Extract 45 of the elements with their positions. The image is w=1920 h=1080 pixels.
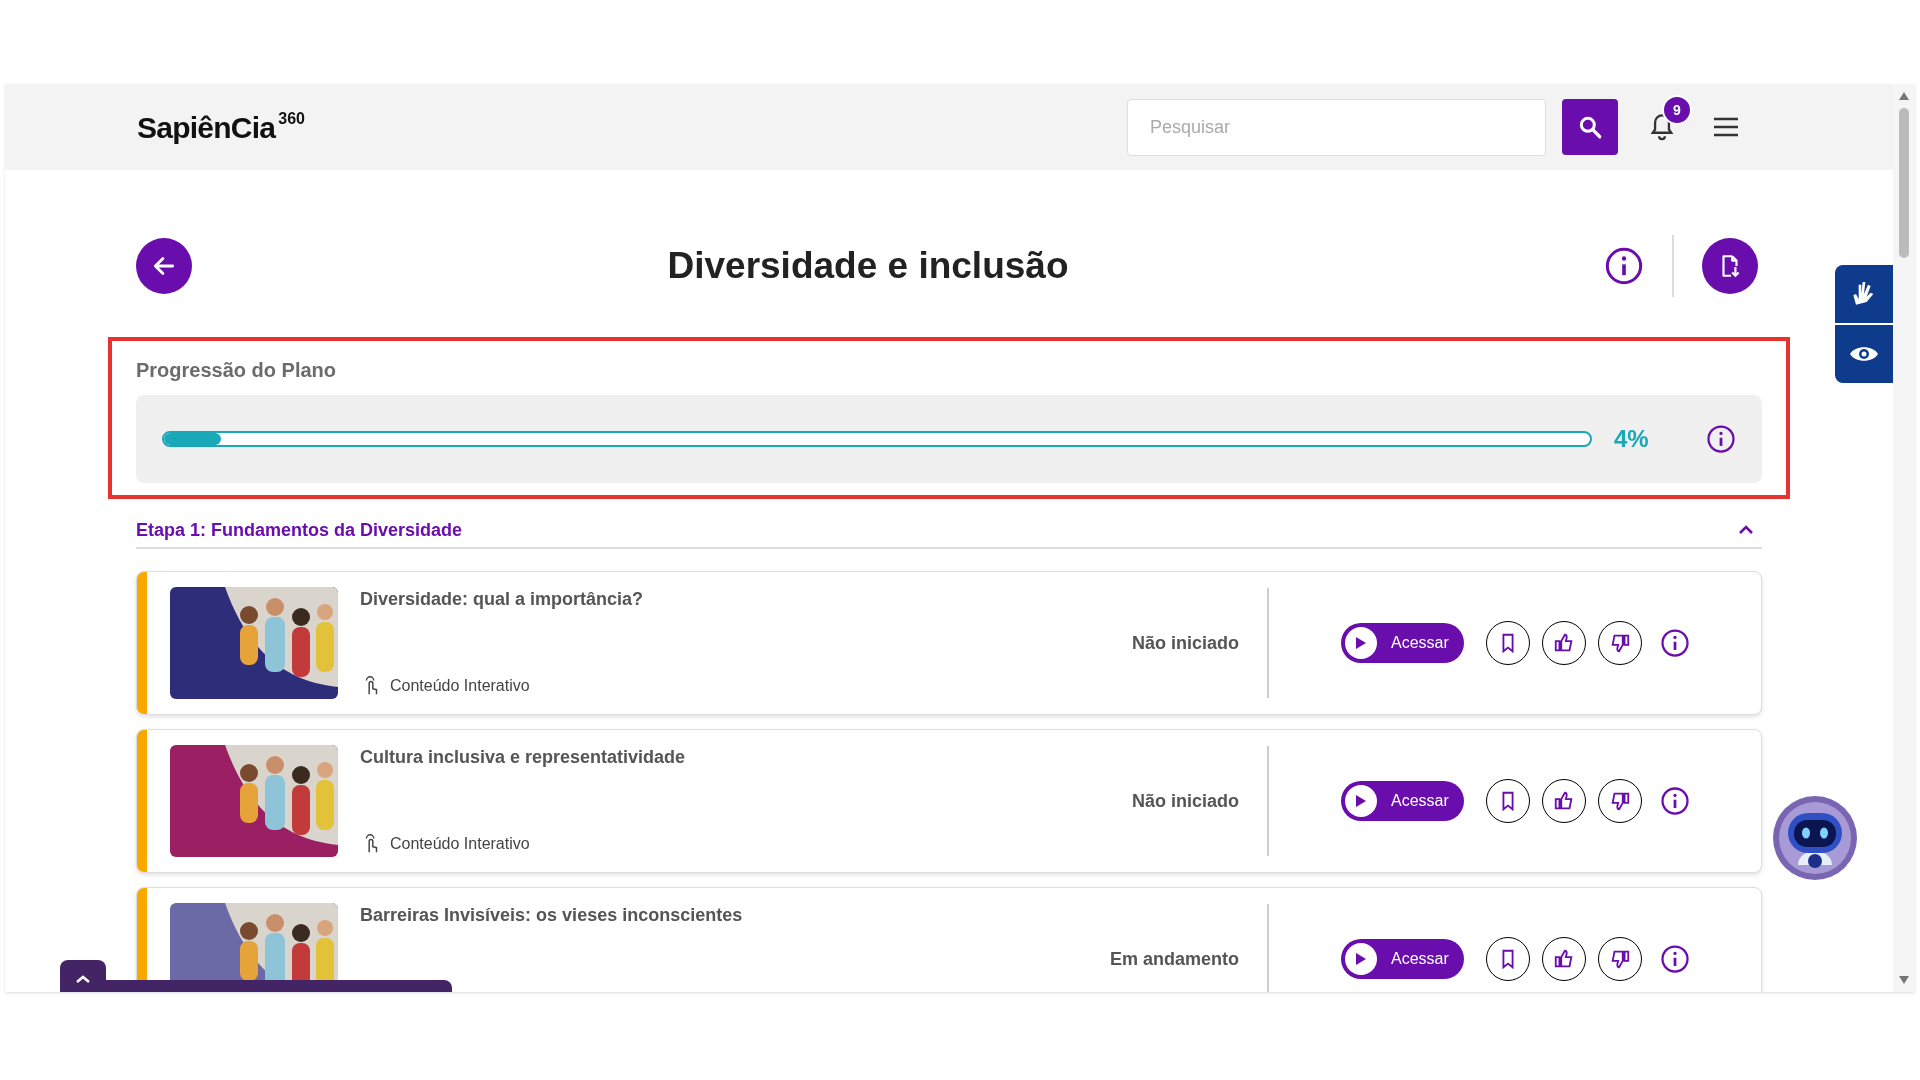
visibility-button[interactable] <box>1835 325 1893 383</box>
scroll-down-icon[interactable] <box>1899 976 1909 984</box>
play-icon <box>1356 637 1366 649</box>
notification-count: 9 <box>1662 95 1692 125</box>
thumbs-down-icon <box>1609 790 1631 812</box>
scrollbar-thumb[interactable] <box>1899 108 1909 258</box>
info-icon[interactable] <box>1706 424 1736 454</box>
thumbs-up-icon <box>1553 632 1575 654</box>
progress-percent: 4% <box>1614 424 1649 454</box>
content-type: Conteúdo Interativo <box>390 834 530 854</box>
play-icon <box>1356 953 1366 965</box>
download-button[interactable] <box>1702 238 1758 294</box>
content-type: Conteúdo Interativo <box>390 676 530 696</box>
info-icon[interactable] <box>1660 786 1690 816</box>
robot-assistant-button[interactable] <box>1772 795 1858 881</box>
search-field[interactable]: Pesquisar <box>1127 98 1546 156</box>
status-label: Não iniciado <box>1132 631 1239 655</box>
info-icon[interactable] <box>1660 944 1690 974</box>
info-icon[interactable] <box>1660 628 1690 658</box>
sign-language-button[interactable] <box>1835 265 1893 323</box>
thumbs-down-icon <box>1609 948 1631 970</box>
status-label: Em andamento <box>1109 947 1239 971</box>
content-title: Barreiras Invisíveis: os vieses inconscientes <box>360 904 744 927</box>
page-title: Diversidade e inclusão <box>667 244 1069 289</box>
status-label: Não iniciado <box>1132 789 1239 813</box>
access-button[interactable]: Acessar <box>1341 781 1464 821</box>
play-icon <box>1356 795 1366 807</box>
chevron-up-icon <box>75 974 91 983</box>
info-icon[interactable] <box>1604 246 1644 286</box>
access-button[interactable]: Acessar <box>1341 623 1464 663</box>
thumbs-up-icon <box>1553 948 1575 970</box>
content-title: Cultura inclusiva e representatividade <box>360 746 687 769</box>
back-button[interactable] <box>136 238 192 294</box>
progress-label: Progressão do Plano <box>136 358 338 383</box>
stage-title[interactable]: Etapa 1: Fundamentos da Diversidade <box>136 516 463 544</box>
access-button[interactable]: Acessar <box>1341 939 1464 979</box>
search-icon <box>1577 114 1603 140</box>
menu-icon[interactable] <box>1712 116 1740 138</box>
scroll-up-icon[interactable] <box>1899 92 1909 100</box>
logo-suffix: 360 <box>278 108 305 129</box>
thumbs-down-icon <box>1609 632 1631 654</box>
search-button[interactable] <box>1562 99 1618 155</box>
content-title: Diversidade: qual a importância? <box>360 588 645 611</box>
thumbs-up-icon <box>1553 790 1575 812</box>
logo[interactable]: SapiênCia <box>137 104 276 150</box>
